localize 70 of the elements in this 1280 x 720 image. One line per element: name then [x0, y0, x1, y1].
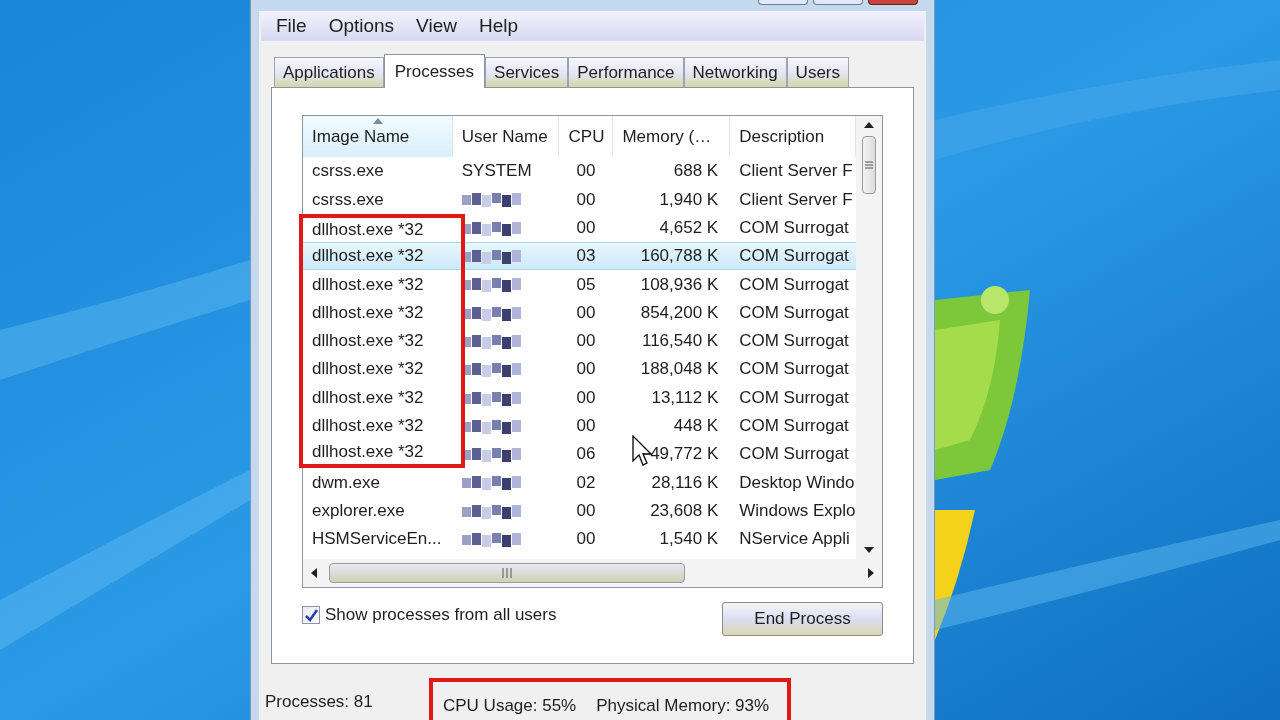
table-cell: COM Surrogat [739, 416, 849, 436]
table-cell-text: 28,116 K [651, 471, 719, 494]
table-cell-text: 03 [576, 245, 596, 268]
table-cell-text: 1,940 K [659, 188, 719, 211]
process-row[interactable]: explorer.exe 00 23,608 K Windows Explo [303, 496, 856, 525]
table-cell: Client Server F [739, 161, 853, 181]
table-cell-text: 13,112 K [651, 386, 719, 409]
table-cell-text: 108,936 K [640, 273, 719, 296]
checkbox-label[interactable]: Show processes from all users [325, 602, 557, 628]
table-cell-text: 00 [576, 415, 596, 438]
tab[interactable]: Users [786, 57, 849, 87]
process-row[interactable]: csrss.exe SYSTEM 00 688 K Client Server F [303, 157, 856, 186]
table-cell-text: 00 [576, 386, 596, 409]
table-cell-text: 02 [576, 471, 596, 494]
table-cell: COM Surrogat [739, 444, 849, 464]
table-cell: Client Server F [739, 189, 853, 209]
table-cell: COM Surrogat [739, 218, 849, 237]
table-cell-text: 00 [576, 330, 596, 353]
table-cell-text: 00 [576, 528, 596, 551]
table-cell-text: 688 K [673, 160, 719, 183]
table-cell-text: 00 [576, 358, 596, 381]
table-cell-text: explorer.exe [311, 499, 406, 522]
tab[interactable]: Applications [274, 57, 384, 87]
process-row[interactable]: csrss.exe 00 1,940 K Client Server F [303, 185, 856, 214]
tab[interactable]: Services [485, 57, 569, 87]
menu-item[interactable]: Help [478, 11, 519, 41]
table-cell-text: 00 [576, 188, 596, 211]
table-cell: COM Surrogat [739, 274, 849, 294]
table-cell: COM Surrogat [739, 331, 849, 351]
table-cell-text: 448 K [673, 415, 719, 438]
table-cell: Desktop Windo [739, 472, 855, 492]
table-cell-text: 05 [576, 273, 596, 296]
table-cell: Windows Explo [739, 500, 856, 520]
status-text: Physical Memory: 93% [586, 678, 792, 720]
table-cell-text: 00 [576, 160, 596, 183]
table-cell-text: 188,048 K [640, 358, 719, 381]
table-cell-text: 49,772 K [650, 443, 719, 466]
table-cell-text: 00 [576, 217, 596, 239]
process-row[interactable]: HSMServiceEn... 00 1,540 K NService Appli [303, 524, 856, 554]
table-cell: NService Appli [739, 529, 850, 549]
table-cell-text: 116,540 K [641, 330, 719, 353]
table-cell-text: 00 [576, 301, 596, 324]
table-cell: dllhost.exe *32 [299, 439, 465, 469]
menu-item[interactable]: Options [328, 11, 395, 41]
menu-item[interactable]: File [276, 11, 307, 41]
table-cell-text: 160,788 K [640, 245, 719, 268]
status-text: CPU Usage: 55% [429, 678, 587, 720]
column-header[interactable]: Image Name [303, 116, 453, 157]
tab[interactable]: Performance [568, 57, 684, 87]
table-cell: COM Surrogat [739, 246, 849, 266]
status-text: Processes: 81 [264, 690, 374, 713]
tab[interactable]: Processes [383, 54, 486, 88]
table-cell-text: 23,608 K [650, 499, 719, 522]
table-cell-text: 00 [576, 499, 596, 522]
table-cell: COM Surrogat [739, 359, 849, 379]
table-cell-text: 854,200 K [640, 301, 719, 324]
menu-item[interactable]: View [416, 11, 457, 41]
table-cell-text: 1,540 K [659, 528, 719, 551]
table-cell-text: csrss.exe [311, 188, 385, 211]
table-cell-text: HSMServiceEn... [311, 528, 443, 551]
table-cell: COM Surrogat [739, 302, 849, 322]
table-cell-text: SYSTEM [461, 160, 532, 183]
table-cell-text: 4,652 K [659, 217, 719, 239]
tab[interactable]: Networking [683, 57, 787, 87]
end-process-button[interactable]: End Process [722, 602, 883, 636]
table-cell-text: csrss.exe [311, 160, 385, 183]
table-cell-text: dwm.exe [311, 471, 382, 494]
table-cell-text: 06 [576, 443, 596, 466]
table-cell: COM Surrogat [739, 387, 849, 407]
process-row[interactable]: dwm.exe 02 28,116 K Desktop Windo [303, 468, 856, 497]
